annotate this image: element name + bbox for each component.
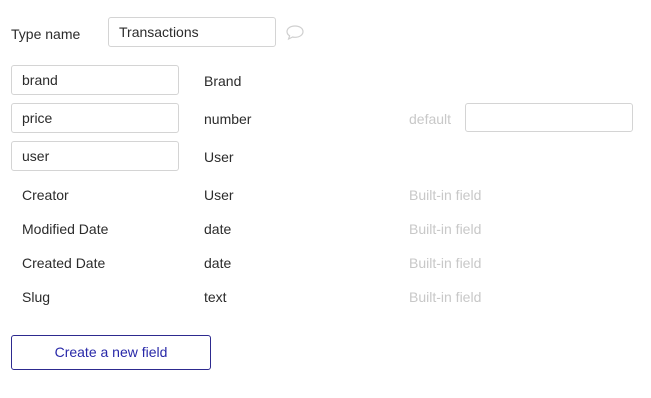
speech-bubble-icon[interactable] [285,24,305,42]
builtin-field-note: Built-in field [409,187,482,203]
field-type-brand[interactable]: Brand [204,72,241,90]
default-value-input[interactable] [465,103,633,132]
builtin-field-type: date [204,221,232,237]
builtin-field-type: text [204,289,227,305]
builtin-field-name: Creator [22,187,69,203]
create-new-field-button[interactable]: Create a new field [11,335,211,370]
field-type-price[interactable]: number [204,110,251,128]
builtin-field-name: Created Date [22,255,106,271]
builtin-field-type: date [204,255,232,271]
type-name-input[interactable] [108,17,276,47]
field-name-input-price[interactable] [11,103,179,133]
builtin-field-name: Slug [22,289,51,305]
default-label: default [409,111,452,127]
field-name-input-user[interactable] [11,141,179,171]
builtin-field-note: Built-in field [409,255,482,271]
field-type-user[interactable]: User [204,148,234,166]
builtin-field-note: Built-in field [409,221,482,237]
builtin-field-type: User [204,187,234,203]
builtin-field-name: Modified Date [22,221,109,237]
builtin-field-note: Built-in field [409,289,482,305]
type-name-label: Type name [11,26,81,42]
field-name-input-brand[interactable] [11,65,179,95]
